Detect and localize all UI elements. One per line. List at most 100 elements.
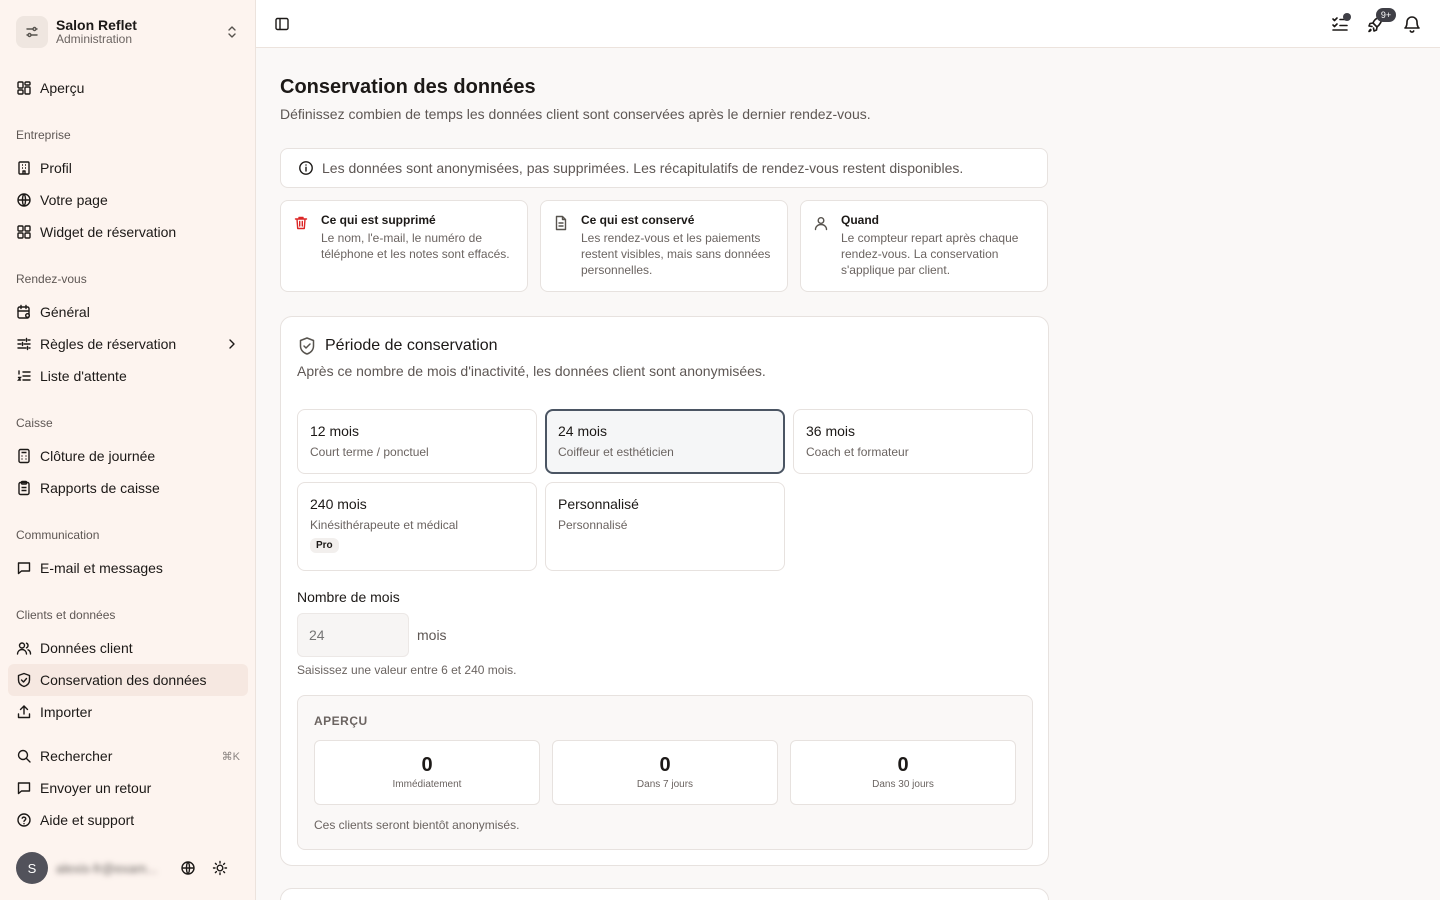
- nav-booking-widget[interactable]: Widget de réservation: [8, 216, 248, 248]
- nav-feedback-label: Envoyer un retour: [40, 780, 152, 796]
- nav-overview[interactable]: Aperçu: [8, 72, 248, 104]
- stat-label: Immédiatement: [392, 779, 462, 790]
- nav-email-messages[interactable]: E-mail et messages: [8, 552, 248, 584]
- chevrons-up-down-icon: [228, 26, 236, 38]
- info-card-desc: Le compteur repart après chaque rendez-v…: [841, 231, 1019, 277]
- sliders-horizontal-icon: [17, 337, 31, 351]
- info-card-title: Quand: [841, 213, 879, 227]
- nav-data-retention-label: Conservation des données: [40, 672, 207, 688]
- user-menu[interactable]: S alexis-fr@exam...: [16, 852, 248, 884]
- retention-period-panel: Période de conservation Après ce nombre …: [280, 316, 1049, 866]
- section-communication: Communication: [16, 528, 100, 542]
- message-square-icon: [17, 782, 31, 795]
- months-unit: mois: [417, 627, 447, 643]
- stat-value: 0: [897, 754, 909, 776]
- avatar[interactable]: S: [16, 852, 48, 884]
- option-desc: Personnalisé: [558, 518, 628, 532]
- calculator-icon: [18, 448, 30, 464]
- org-switcher[interactable]: Salon Reflet Administration: [8, 8, 248, 56]
- calendar-settings-icon: [17, 304, 30, 319]
- nav-booking-widget-label: Widget de réservation: [40, 224, 177, 240]
- nav-help[interactable]: Aide et support: [8, 804, 248, 836]
- nav-overview-label: Aperçu: [40, 80, 85, 96]
- info-card-desc: Les rendez-vous et les paiements restent…: [581, 231, 771, 277]
- language-button[interactable]: [178, 858, 198, 878]
- sun-icon: [212, 860, 228, 876]
- option-label: 24 mois: [558, 423, 608, 439]
- search-shortcut: ⌘K: [221, 750, 240, 763]
- option-desc: Coiffeur et esthéticien: [558, 445, 674, 459]
- nav-search[interactable]: Rechercher ⌘K: [8, 740, 248, 772]
- nav-cash-reports[interactable]: Rapports de caisse: [8, 472, 248, 504]
- nav-help-label: Aide et support: [40, 812, 135, 828]
- notification-count-badge: 9+: [1376, 8, 1396, 22]
- nav-your-page[interactable]: Votre page: [8, 184, 248, 216]
- info-card-desc: Le nom, l'e-mail, le numéro de téléphone…: [321, 231, 510, 261]
- section-clients: Clients et données: [16, 608, 116, 622]
- anonymization-notice: Les données sont anonymisées, pas suppri…: [280, 148, 1048, 188]
- option-label: 36 mois: [806, 423, 856, 439]
- whats-new-button[interactable]: 9+: [1364, 8, 1396, 36]
- toggle-sidebar-button[interactable]: [270, 12, 294, 36]
- page-title: Conservation des données: [280, 76, 536, 98]
- option-desc: Kinésithérapeute et médical: [310, 518, 459, 532]
- info-card-title: Ce qui est supprimé: [321, 213, 436, 227]
- nav-feedback[interactable]: Envoyer un retour: [8, 772, 248, 804]
- nav-booking-rules-label: Règles de réservation: [40, 336, 177, 352]
- option-36-months[interactable]: 36 mois Coach et formateur: [793, 409, 1033, 474]
- nav-email-messages-label: E-mail et messages: [40, 560, 163, 576]
- nav-waitlist[interactable]: Liste d'attente: [8, 360, 248, 392]
- info-card-kept: Ce qui est conservé Les rendez-vous et l…: [540, 200, 788, 292]
- next-panel: [280, 888, 1049, 900]
- nav-client-data[interactable]: Données client: [8, 632, 248, 664]
- user-name: alexis-fr@exam...: [56, 860, 158, 876]
- nav-client-data-label: Données client: [40, 640, 133, 656]
- topbar: 9+: [256, 0, 1440, 48]
- search-icon: [17, 749, 31, 763]
- layout-grid-icon: [17, 81, 31, 95]
- nav-profile[interactable]: Profil: [8, 152, 248, 184]
- globe-icon: [17, 193, 31, 207]
- retention-title-text: Période de conservation: [325, 337, 498, 354]
- retention-subtitle: Après ce nombre de mois d'inactivité, le…: [297, 363, 766, 379]
- retention-title: Période de conservation: [297, 336, 498, 356]
- nav-data-retention[interactable]: Conservation des données: [8, 664, 248, 696]
- theme-toggle[interactable]: [210, 858, 230, 878]
- nav-general[interactable]: Général: [8, 296, 248, 328]
- main-content: Conservation des données Définissez comb…: [256, 48, 1440, 900]
- option-label: 12 mois: [310, 423, 360, 439]
- panel-left-icon: [275, 17, 289, 31]
- nav-profile-label: Profil: [40, 160, 72, 176]
- section-register: Caisse: [16, 416, 53, 430]
- globe-icon: [181, 861, 195, 875]
- section-company: Entreprise: [16, 128, 71, 142]
- info-card-title: Ce qui est conservé: [581, 213, 695, 227]
- months-field-label: Nombre de mois: [297, 589, 400, 605]
- clipboard-icon: [18, 480, 30, 496]
- nav-general-label: Général: [40, 304, 90, 320]
- chevron-right-icon: [229, 339, 235, 349]
- option-desc: Coach et formateur: [806, 445, 909, 459]
- months-input[interactable]: [297, 613, 409, 657]
- sidebar: Salon Reflet Administration Aperçu Entre…: [0, 0, 256, 900]
- settings-sliders-icon: [16, 16, 48, 48]
- option-custom[interactable]: Personnalisé Personnalisé: [545, 482, 785, 571]
- nav-import[interactable]: Importer: [8, 696, 248, 728]
- nav-booking-rules[interactable]: Règles de réservation: [8, 328, 248, 360]
- widget-grid-icon: [17, 225, 31, 239]
- stat-immediately: 0 Immédiatement: [314, 740, 540, 805]
- notice-text: Les données sont anonymisées, pas suppri…: [322, 160, 964, 176]
- pro-badge: Pro: [310, 538, 339, 553]
- option-24-months[interactable]: 24 mois Coiffeur et esthéticien: [545, 409, 785, 474]
- notifications-button[interactable]: [1400, 12, 1424, 36]
- option-12-months[interactable]: 12 mois Court terme / ponctuel: [297, 409, 537, 474]
- stat-label: Dans 7 jours: [636, 779, 694, 790]
- section-appointments: Rendez-vous: [16, 272, 87, 286]
- upload-icon: [17, 705, 31, 719]
- file-text-icon: [555, 215, 567, 231]
- preview-box: APERÇU 0 Immédiatement 0 Dans 7 jours 0 …: [297, 695, 1033, 850]
- shield-check-icon: [299, 337, 315, 355]
- nav-day-close[interactable]: Clôture de journée: [8, 440, 248, 472]
- tasks-button[interactable]: [1328, 12, 1352, 36]
- option-240-months[interactable]: 240 mois Kinésithérapeute et médical Pro: [297, 482, 537, 571]
